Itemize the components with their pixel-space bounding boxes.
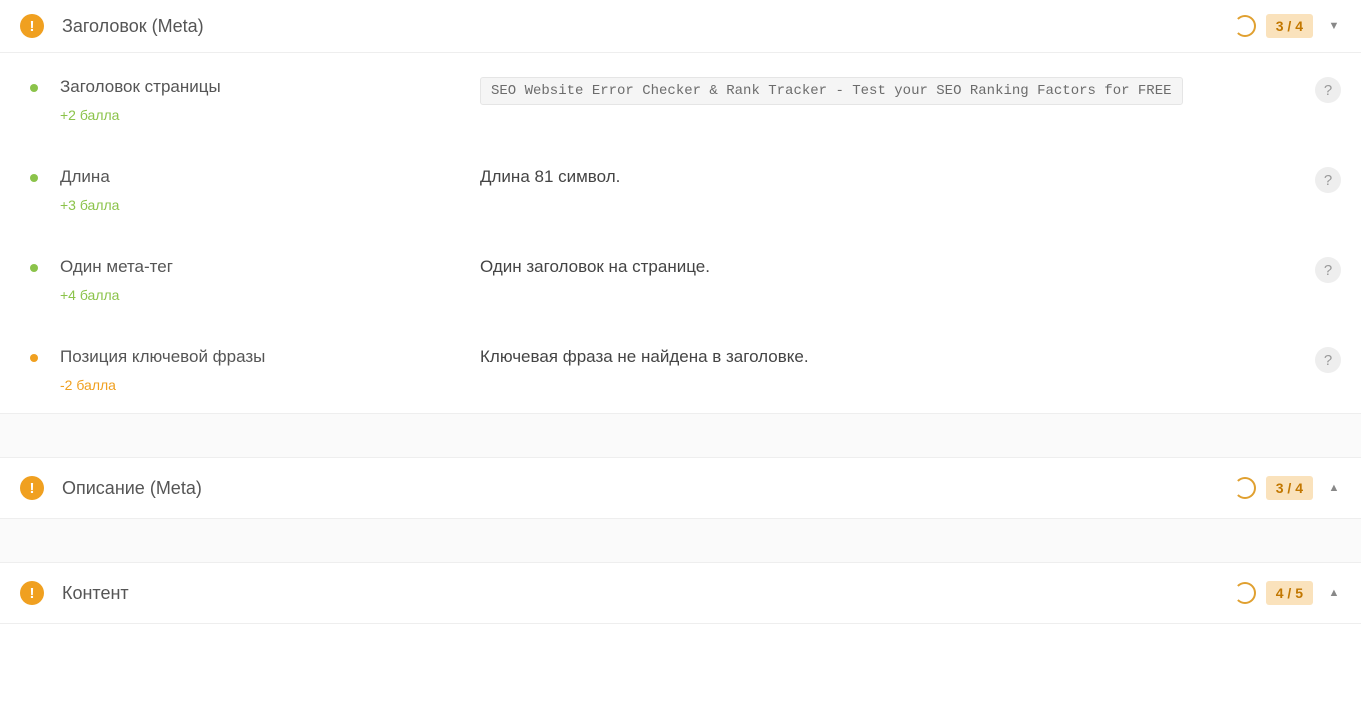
section-header-meta-description[interactable]: ! Описание (Meta) 3 / 4 ▲	[0, 458, 1361, 519]
row-left: Один мета-тег +4 балла	[20, 257, 480, 303]
status-dot-green	[30, 174, 38, 182]
row-points: -2 балла	[60, 377, 265, 393]
chevron-up-icon[interactable]: ▲	[1327, 587, 1341, 599]
code-value: SEO Website Error Checker & Rank Tracker…	[480, 77, 1183, 105]
spinner-icon	[1234, 582, 1256, 604]
row-titleblock: Позиция ключевой фразы -2 балла	[60, 347, 265, 393]
row-titleblock: Длина +3 балла	[60, 167, 119, 213]
warning-icon: !	[20, 14, 44, 38]
score-badge: 3 / 4	[1266, 476, 1313, 500]
help-icon[interactable]: ?	[1315, 77, 1341, 103]
table-row: Один мета-тег +4 балла Один заголовок на…	[0, 233, 1361, 323]
status-dot-orange	[30, 354, 38, 362]
warning-icon: !	[20, 476, 44, 500]
section-title: Заголовок (Meta)	[62, 16, 1234, 37]
section-title: Контент	[62, 583, 1234, 604]
warning-icon: !	[20, 581, 44, 605]
score-badge: 4 / 5	[1266, 581, 1313, 605]
spinner-icon	[1234, 477, 1256, 499]
row-title: Позиция ключевой фразы	[60, 347, 265, 367]
row-left: Позиция ключевой фразы -2 балла	[20, 347, 480, 393]
row-points: +2 балла	[60, 107, 221, 123]
section-gap	[0, 414, 1361, 458]
chevron-up-icon[interactable]: ▲	[1327, 482, 1341, 494]
section-title: Описание (Meta)	[62, 478, 1234, 499]
section-gap	[0, 519, 1361, 563]
row-value: Ключевая фраза не найдена в заголовке.	[480, 347, 1299, 393]
row-title: Один мета-тег	[60, 257, 173, 277]
help-icon[interactable]: ?	[1315, 347, 1341, 373]
row-titleblock: Заголовок страницы +2 балла	[60, 77, 221, 123]
row-value: SEO Website Error Checker & Rank Tracker…	[480, 77, 1299, 123]
section-header-content[interactable]: ! Контент 4 / 5 ▲	[0, 563, 1361, 624]
row-value: Длина 81 символ.	[480, 167, 1299, 213]
score-badge: 3 / 4	[1266, 14, 1313, 38]
row-points: +4 балла	[60, 287, 173, 303]
table-row: Заголовок страницы +2 балла SEO Website …	[0, 53, 1361, 143]
spinner-icon	[1234, 15, 1256, 37]
row-left: Заголовок страницы +2 балла	[20, 77, 480, 123]
help-icon[interactable]: ?	[1315, 257, 1341, 283]
table-row: Длина +3 балла Длина 81 символ. ?	[0, 143, 1361, 233]
row-titleblock: Один мета-тег +4 балла	[60, 257, 173, 303]
row-title: Длина	[60, 167, 119, 187]
section-header-meta-title[interactable]: ! Заголовок (Meta) 3 / 4 ▼	[0, 0, 1361, 53]
row-points: +3 балла	[60, 197, 119, 213]
section-rows: Заголовок страницы +2 балла SEO Website …	[0, 53, 1361, 414]
row-left: Длина +3 балла	[20, 167, 480, 213]
table-row: Позиция ключевой фразы -2 балла Ключевая…	[0, 323, 1361, 413]
row-title: Заголовок страницы	[60, 77, 221, 97]
status-dot-green	[30, 264, 38, 272]
help-icon[interactable]: ?	[1315, 167, 1341, 193]
chevron-down-icon[interactable]: ▼	[1327, 20, 1341, 32]
row-value: Один заголовок на странице.	[480, 257, 1299, 303]
status-dot-green	[30, 84, 38, 92]
